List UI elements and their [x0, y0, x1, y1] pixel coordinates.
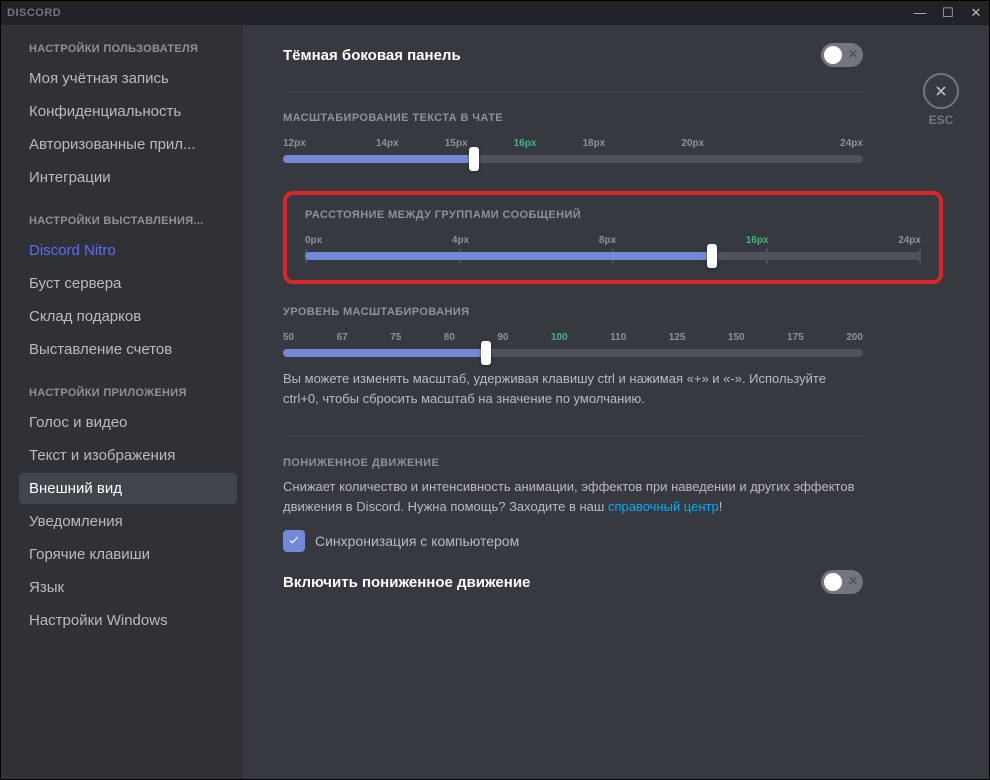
font-scaling-slider[interactable] — [283, 155, 863, 163]
close-settings-button[interactable]: ESC — [923, 73, 959, 127]
sidebar-item-gift-inventory[interactable]: Склад подарков — [19, 301, 237, 332]
dark-sidebar-toggle[interactable]: ✕ — [821, 43, 863, 67]
titlebar: DISCORD — ☐ ✕ — [1, 1, 989, 25]
sidebar-item-language[interactable]: Язык — [19, 572, 237, 603]
highlighted-section: РАССТОЯНИЕ МЕЖДУ ГРУППАМИ СООБЩЕНИЙ 0px … — [283, 191, 943, 284]
close-button[interactable]: ✕ — [969, 5, 983, 21]
message-spacing-slider[interactable] — [305, 252, 921, 260]
message-spacing-ticks: 0px 4px 8px 16px 24px — [305, 235, 921, 246]
sidebar-item-server-boost[interactable]: Буст сервера — [19, 268, 237, 299]
sidebar-item-privacy[interactable]: Конфиденциальность — [19, 96, 237, 127]
dark-sidebar-label: Тёмная боковая панель — [283, 47, 461, 64]
settings-content: ESC Тёмная боковая панель ✕ МАСШТАБИРОВА… — [243, 25, 989, 779]
font-scaling-ticks: 12px 14px 15px 16px 18px 20px 24px — [283, 138, 863, 149]
close-icon — [923, 73, 959, 109]
sidebar-item-integrations[interactable]: Интеграции — [19, 162, 237, 193]
sidebar-item-authorized-apps[interactable]: Авторизованные прил... — [19, 129, 237, 160]
zoom-level-label: УРОВЕНЬ МАСШТАБИРОВАНИЯ — [283, 306, 863, 318]
sidebar-header-user: НАСТРОЙКИ ПОЛЬЗОВАТЕЛЯ — [29, 43, 237, 55]
sidebar-item-account[interactable]: Моя учётная запись — [19, 63, 237, 94]
zoom-slider[interactable] — [283, 349, 863, 357]
enable-reduced-motion-toggle[interactable]: ✕ — [821, 570, 863, 594]
sidebar-item-keybinds[interactable]: Горячие клавиши — [19, 539, 237, 570]
help-center-link[interactable]: справочный центр — [608, 499, 719, 514]
app-name: DISCORD — [7, 7, 61, 19]
window-controls: — ☐ ✕ — [913, 5, 983, 21]
sidebar-item-windows-settings[interactable]: Настройки Windows — [19, 605, 237, 636]
sidebar-header-app: НАСТРОЙКИ ПРИЛОЖЕНИЯ — [29, 387, 237, 399]
enable-reduced-motion-label: Включить пониженное движение — [283, 574, 530, 591]
settings-sidebar: НАСТРОЙКИ ПОЛЬЗОВАТЕЛЯ Моя учётная запис… — [1, 25, 243, 779]
divider — [283, 91, 863, 92]
maximize-button[interactable]: ☐ — [941, 5, 955, 21]
sidebar-item-billing[interactable]: Выставление счетов — [19, 334, 237, 365]
sidebar-item-appearance[interactable]: Внешний вид — [19, 473, 237, 504]
minimize-button[interactable]: — — [913, 5, 927, 21]
zoom-help-text: Вы можете изменять масштаб, удерживая кл… — [283, 369, 863, 408]
sync-with-computer-label: Синхронизация с компьютером — [315, 533, 519, 549]
sidebar-item-voice-video[interactable]: Голос и видео — [19, 407, 237, 438]
sidebar-item-notifications[interactable]: Уведомления — [19, 506, 237, 537]
message-spacing-label: РАССТОЯНИЕ МЕЖДУ ГРУППАМИ СООБЩЕНИЙ — [305, 209, 921, 221]
reduced-motion-label: ПОНИЖЕННОЕ ДВИЖЕНИЕ — [283, 457, 863, 469]
divider — [283, 436, 863, 437]
reduced-motion-desc: Снижает количество и интенсивность анима… — [283, 477, 863, 516]
sidebar-header-billing: НАСТРОЙКИ ВЫСТАВЛЕНИЯ... — [29, 215, 237, 227]
sync-with-computer-checkbox[interactable] — [283, 530, 305, 552]
sidebar-item-nitro[interactable]: Discord Nitro — [19, 235, 237, 266]
zoom-ticks: 50 67 75 80 90 100 110 125 150 175 200 — [283, 332, 863, 343]
esc-label: ESC — [929, 113, 954, 127]
font-scaling-label: МАСШТАБИРОВАНИЕ ТЕКСТА В ЧАТЕ — [283, 112, 863, 124]
sidebar-item-text-images[interactable]: Текст и изображения — [19, 440, 237, 471]
